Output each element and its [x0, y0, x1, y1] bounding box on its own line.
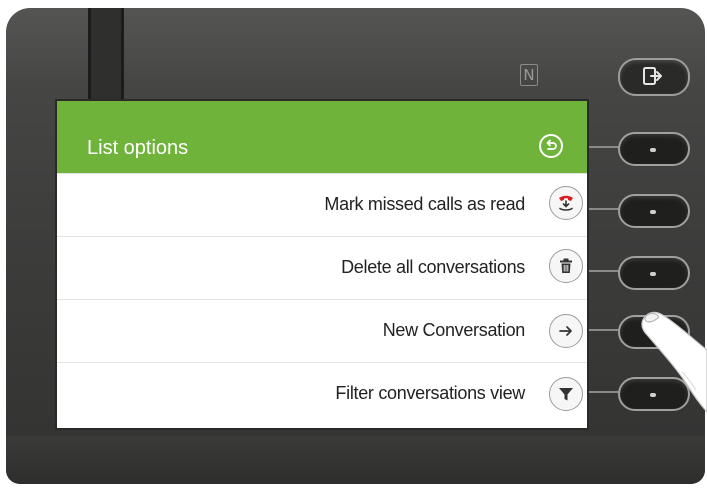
menu-item-new-conversation[interactable]: New Conversation: [57, 299, 587, 363]
back-icon[interactable]: [539, 134, 563, 158]
menu-item-delete-all[interactable]: Delete all conversations: [57, 236, 587, 300]
softkey-1[interactable]: [618, 132, 690, 166]
softkey-2[interactable]: [618, 194, 690, 228]
menu-item-label: Delete all conversations: [341, 257, 525, 277]
softkey-3[interactable]: [618, 256, 690, 290]
handset-slot: [88, 8, 124, 104]
arrow-right-icon: [549, 314, 583, 348]
phone-display: List options Mark missed calls as read D…: [57, 101, 587, 428]
menu-item-label: Filter conversations view: [335, 383, 525, 403]
menu-item-label: New Conversation: [382, 320, 526, 340]
logout-icon: [643, 67, 662, 85]
trash-icon: [549, 249, 583, 283]
nfc-icon: N: [520, 64, 538, 86]
missed-call-read-icon: [549, 186, 583, 220]
menu-item-filter-view[interactable]: Filter conversations view: [57, 362, 587, 426]
logout-button[interactable]: [618, 58, 690, 96]
list-options-header: List options: [57, 101, 587, 173]
page-title: List options: [87, 137, 189, 159]
finger-pointer-icon: [641, 311, 707, 413]
filter-icon: [549, 377, 583, 411]
menu-item-mark-missed-read[interactable]: Mark missed calls as read: [57, 173, 587, 237]
menu-item-label: Mark missed calls as read: [324, 194, 525, 214]
